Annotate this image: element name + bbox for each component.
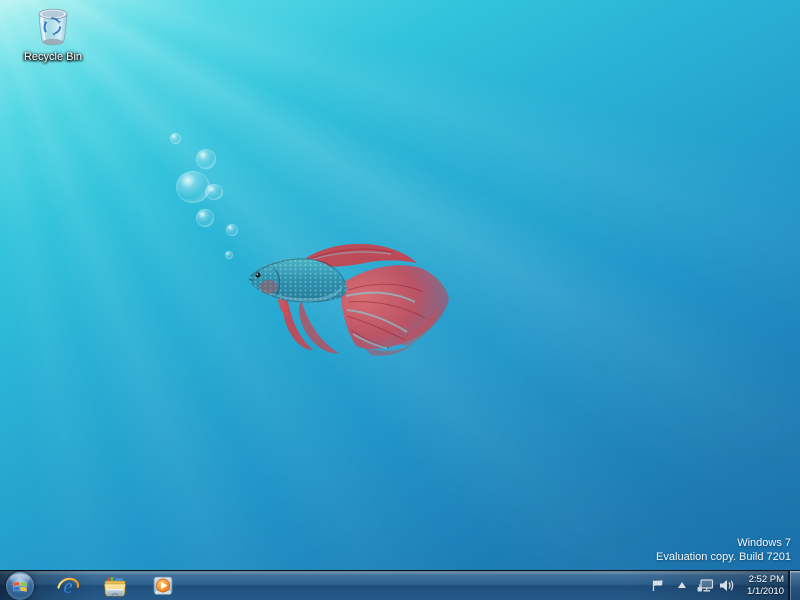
recycle-bin-icon <box>32 5 74 47</box>
clock-time: 2:52 PM <box>736 574 784 586</box>
wallpaper-bubble <box>226 224 238 236</box>
recycle-bin[interactable]: Recycle Bin <box>18 5 88 65</box>
show-hidden-icons-button[interactable] <box>678 582 686 588</box>
internet-explorer-icon: e <box>57 575 80 597</box>
network-status-icon[interactable] <box>697 579 714 593</box>
windows-explorer-folder-icon <box>103 576 127 597</box>
wallpaper-bubble <box>205 184 223 200</box>
windows-logo-icon <box>12 578 28 594</box>
start-button[interactable] <box>6 572 34 600</box>
evaluation-watermark: Windows 7 Evaluation copy. Build 7201 <box>656 537 791 564</box>
taskbar-clock[interactable]: 2:52 PM 1/1/2010 <box>736 574 784 598</box>
volume-speaker-icon[interactable] <box>719 579 734 592</box>
taskbar-button-internet-explorer[interactable]: e <box>48 571 88 600</box>
show-desktop-button[interactable] <box>788 571 800 600</box>
watermark-line1: Windows 7 <box>656 537 791 551</box>
watermark-line2: Evaluation copy. Build 7201 <box>656 551 791 565</box>
wallpaper-bubble <box>196 209 214 227</box>
wallpaper-bubble <box>225 251 233 259</box>
taskbar: e <box>0 570 800 600</box>
recycle-bin-label: Recycle Bin <box>24 51 82 63</box>
taskbar-button-windows-explorer[interactable] <box>95 571 135 600</box>
betta-fish-wallpaper-art <box>243 238 458 360</box>
windows-media-player-icon <box>152 575 174 597</box>
desktop-surface[interactable]: Recycle Bin Windows 7 Evaluation copy. B… <box>0 0 800 600</box>
wallpaper-bubble <box>170 133 181 144</box>
taskbar-button-windows-media-player[interactable] <box>143 571 183 600</box>
wallpaper-bubble <box>196 149 216 169</box>
clock-date: 1/1/2010 <box>736 586 784 598</box>
wallpaper-bubble <box>176 171 210 203</box>
action-center-flag-icon[interactable] <box>651 579 664 592</box>
